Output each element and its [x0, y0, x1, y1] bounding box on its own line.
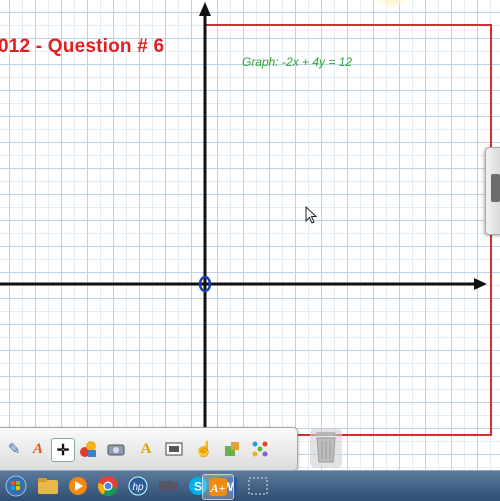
pen-tool-icon[interactable]: ✎	[3, 438, 25, 460]
windows-start-icon[interactable]	[4, 474, 28, 498]
trash-icon[interactable]	[308, 426, 344, 470]
drawing-toolbar: ✎ A ✛ A ☝	[0, 427, 298, 470]
snipping-tool-icon[interactable]	[244, 474, 272, 498]
image-tool-icon[interactable]	[163, 438, 185, 460]
camera-app-icon[interactable]	[156, 474, 180, 498]
shapes-tool-icon[interactable]	[77, 438, 99, 460]
y-axis-arrow	[199, 2, 211, 16]
scatter-tool-icon[interactable]	[249, 438, 271, 460]
mouse-cursor-icon	[305, 205, 318, 224]
page-title: 012 - Question # 6	[0, 36, 165, 57]
hp-icon[interactable]: hp	[126, 474, 150, 498]
media-player-icon[interactable]	[66, 474, 90, 498]
highlighter-tool-icon[interactable]: A	[135, 438, 157, 460]
text-app-icon[interactable]: A+	[202, 474, 234, 500]
windows-taskbar: hp S W A+	[0, 470, 500, 501]
svg-text:S: S	[194, 480, 202, 494]
coordinate-axes	[0, 2, 487, 470]
svg-text:A+: A+	[210, 481, 226, 495]
insert-tool-icon[interactable]	[221, 438, 243, 460]
chrome-icon[interactable]	[96, 474, 120, 498]
side-panel-handle[interactable]	[485, 147, 500, 235]
pointer-tool-icon[interactable]: ☝	[193, 438, 215, 460]
handle-grip-icon	[491, 174, 500, 202]
camera-tool-icon[interactable]	[105, 438, 127, 460]
move-tool-icon[interactable]: ✛	[51, 438, 75, 462]
graph-prompt: Graph: -2x + 4y = 12	[242, 55, 353, 69]
text-tool-icon[interactable]: A	[27, 438, 49, 460]
x-axis-arrow	[474, 278, 487, 290]
svg-text:hp: hp	[132, 482, 144, 493]
whiteboard-canvas[interactable]: 012 - Question # 6 Graph: -2x + 4y = 12 …	[0, 0, 500, 470]
file-explorer-icon[interactable]	[36, 474, 60, 498]
